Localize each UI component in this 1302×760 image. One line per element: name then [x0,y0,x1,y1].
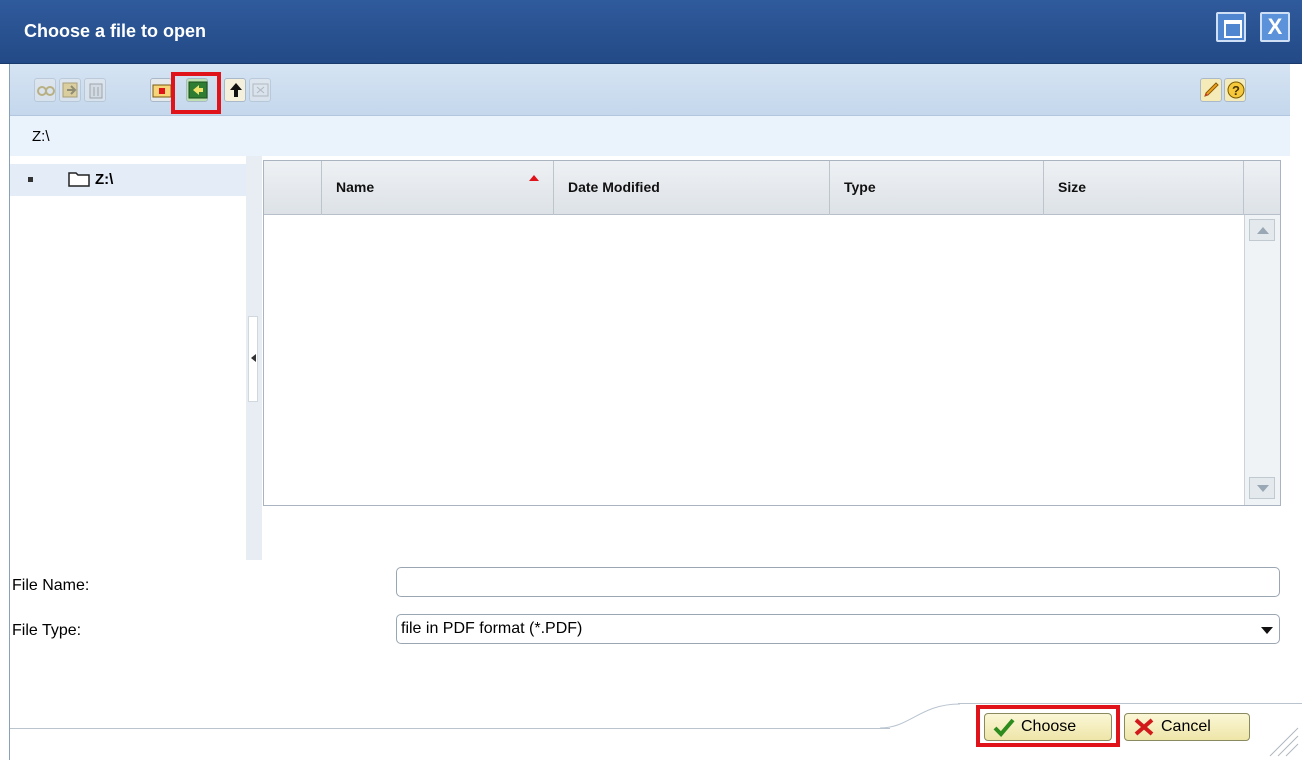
choose-highlight-box [976,705,1120,747]
file-list-table: Name Date Modified Type Size [263,160,1281,506]
tree-bullet-icon [28,177,33,182]
cancel-x-icon [1134,718,1154,736]
footer-divider [10,728,890,729]
folder-tree: Z:\ [10,156,246,560]
column-header-type[interactable]: Type [830,161,1044,215]
collapse-arrow-icon[interactable] [251,354,256,362]
properties-icon[interactable] [249,78,271,102]
file-name-input[interactable] [396,567,1280,597]
window-title: Choose a file to open [24,21,207,41]
footer-divider-top [958,703,1302,704]
toolbar: ? [10,64,1290,116]
vertical-scrollbar[interactable] [1244,215,1280,505]
footer-curve [880,703,960,729]
link-icon[interactable] [34,78,56,102]
delete-icon[interactable] [84,78,106,102]
table-footer-area [262,506,1282,560]
maximize-icon[interactable] [1216,12,1246,42]
up-folder-icon[interactable] [224,78,246,102]
column-header-date-modified[interactable]: Date Modified [554,161,830,215]
select-column-header[interactable] [264,161,322,215]
column-header-size[interactable]: Size [1044,161,1244,215]
svg-text:?: ? [1232,83,1240,98]
resize-grip-icon[interactable] [1266,722,1300,758]
sort-ascending-icon [529,175,539,181]
scroll-down-icon[interactable] [1249,477,1275,499]
file-type-label: File Type: [12,622,82,639]
rename-icon[interactable] [59,78,81,102]
table-header: Name Date Modified Type Size [264,161,1280,215]
file-name-label: File Name: [12,577,90,594]
column-header-name[interactable]: Name [322,161,554,215]
folder-icon [68,172,90,187]
current-path: Z:\ [32,128,50,145]
close-icon[interactable]: X [1260,12,1290,42]
path-bar: Z:\ [10,116,1290,156]
cancel-button[interactable]: Cancel [1124,713,1250,741]
help-icon[interactable]: ? [1224,78,1246,102]
chevron-down-icon[interactable] [1261,627,1273,634]
edit-pencil-icon[interactable] [1200,78,1222,102]
tree-item-label: Z:\ [95,171,114,188]
refresh-highlight-box [171,72,221,114]
pane-splitter[interactable] [246,156,262,560]
file-type-select[interactable]: file in PDF format (*.PDF) [396,614,1280,644]
tree-item-z-drive[interactable]: Z:\ [10,164,246,196]
file-type-value: file in PDF format (*.PDF) [401,620,583,637]
scroll-up-icon[interactable] [1249,219,1275,241]
new-folder-icon[interactable] [150,78,172,102]
title-bar[interactable]: Choose a file to open X [0,0,1302,64]
